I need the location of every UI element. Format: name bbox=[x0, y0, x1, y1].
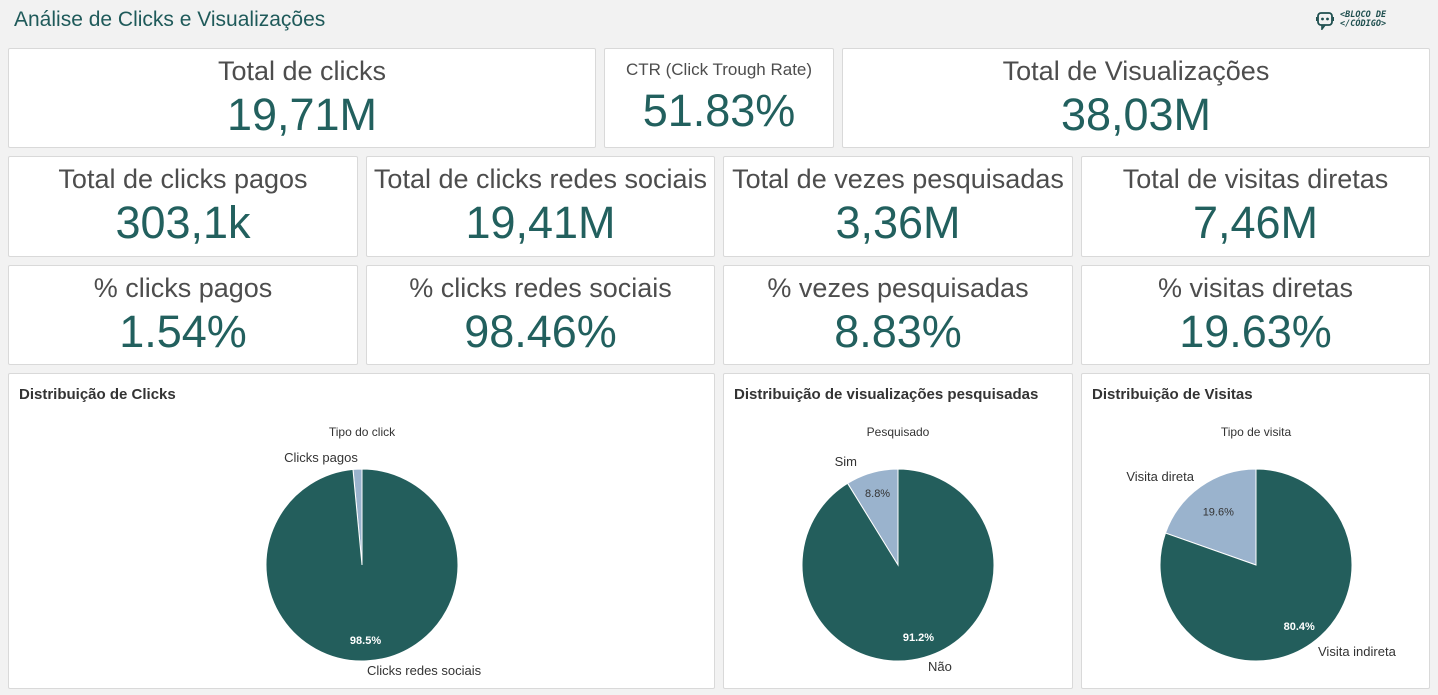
kpi-pct-searched[interactable]: % vezes pesquisadas 8.83% bbox=[723, 265, 1073, 365]
pie-chart-clicks: Tipo do click Clicks pagos 98.5% Clicks red… bbox=[265, 425, 482, 678]
pie-data-label: 8.8% bbox=[865, 488, 890, 500]
kpi-searched[interactable]: Total de vezes pesquisadas 3,36M bbox=[723, 156, 1073, 257]
kpi-value: 3,36M bbox=[835, 197, 961, 248]
pie-slice-major[interactable] bbox=[801, 468, 995, 662]
pie-category-label: Visita indireta bbox=[1318, 644, 1397, 659]
pie-chart-searched: Pesquisado 8.8% Sim 91.2% Não bbox=[801, 425, 995, 674]
kpi-value: 38,03M bbox=[1060, 89, 1212, 140]
pie-slice-major[interactable] bbox=[265, 468, 459, 662]
page-title: Análise de Clicks e Visualizações bbox=[14, 8, 326, 31]
legend-title: Pesquisado bbox=[867, 425, 930, 439]
kpi-value: 8.83% bbox=[834, 306, 962, 357]
pie-category-label: Clicks pagos bbox=[284, 450, 358, 465]
kpi-pct-paid[interactable]: % clicks pagos 1.54% bbox=[8, 265, 358, 365]
chart-searched-views-distribution[interactable]: Distribuição de visualizações pesquisada… bbox=[723, 373, 1073, 689]
logo-text-line2: </CÓDIGO> bbox=[1340, 19, 1387, 29]
kpi-paid-clicks[interactable]: Total de clicks pagos 303,1k bbox=[8, 156, 358, 257]
chart-clicks-distribution[interactable]: Distribuição de Clicks Tipo do click Clic… bbox=[8, 373, 715, 689]
pie-category-label: Não bbox=[928, 659, 952, 674]
kpi-label: Total de visitas diretas bbox=[1122, 164, 1389, 194]
kpi-value: 303,1k bbox=[115, 197, 251, 248]
kpi-label: Total de vezes pesquisadas bbox=[732, 164, 1064, 194]
kpi-value: 19.63% bbox=[1179, 306, 1332, 357]
kpi-value: 1.54% bbox=[119, 306, 247, 357]
pie-data-label: 80.4% bbox=[1284, 621, 1315, 633]
kpi-value: 7,46M bbox=[1192, 197, 1319, 248]
pie-data-label: 91.2% bbox=[903, 632, 934, 644]
kpi-label: Total de clicks pagos bbox=[58, 164, 308, 194]
kpi-direct-visits[interactable]: Total de visitas diretas 7,46M bbox=[1081, 156, 1430, 257]
pie-category-label: Sim bbox=[835, 454, 857, 469]
kpi-label: Total de clicks bbox=[217, 56, 387, 86]
brand-logo: <BLOCO DE </CÓDIGO> bbox=[1316, 10, 1386, 30]
kpi-label: Total de Visualizações bbox=[1002, 56, 1270, 86]
kpi-label: % clicks pagos bbox=[93, 273, 273, 303]
kpi-label: % vezes pesquisadas bbox=[767, 273, 1029, 303]
robot-icon bbox=[1316, 12, 1334, 30]
kpi-label: Total de clicks redes sociais bbox=[373, 164, 708, 194]
kpi-label: CTR (Click Trough Rate) bbox=[625, 60, 813, 79]
pie-chart-visits: Tipo de visita 19.6% Visita direta 80.4%Vis… bbox=[1126, 425, 1397, 662]
kpi-social-clicks[interactable]: Total de clicks redes sociais 19,41M bbox=[366, 156, 715, 257]
kpi-value: 19,41M bbox=[465, 197, 616, 248]
kpi-label: % visitas diretas bbox=[1157, 273, 1354, 303]
kpi-pct-social[interactable]: % clicks redes sociais 98.46% bbox=[366, 265, 715, 365]
kpi-pct-direct[interactable]: % visitas diretas 19.63% bbox=[1081, 265, 1430, 365]
kpi-ctr[interactable]: CTR (Click Trough Rate) 51.83% bbox=[604, 48, 834, 148]
chart-visits-distribution[interactable]: Distribuição de Visitas Tipo de visita 19… bbox=[1081, 373, 1430, 689]
pie-category-label: Clicks redes sociais bbox=[367, 663, 482, 678]
kpi-total-clicks[interactable]: Total de clicks 19,71M bbox=[8, 48, 596, 148]
legend-title: Tipo de visita bbox=[1221, 425, 1292, 439]
pie-data-label: 19.6% bbox=[1203, 507, 1234, 519]
pie-data-label: 98.5% bbox=[350, 635, 381, 647]
kpi-value: 51.83% bbox=[642, 85, 796, 136]
kpi-total-views[interactable]: Total de Visualizações 38,03M bbox=[842, 48, 1430, 148]
legend-title: Tipo do click bbox=[329, 425, 396, 439]
kpi-label: % clicks redes sociais bbox=[409, 273, 672, 303]
kpi-value: 19,71M bbox=[226, 89, 378, 140]
kpi-value: 98.46% bbox=[464, 306, 617, 357]
pie-category-label: Visita direta bbox=[1126, 469, 1194, 484]
